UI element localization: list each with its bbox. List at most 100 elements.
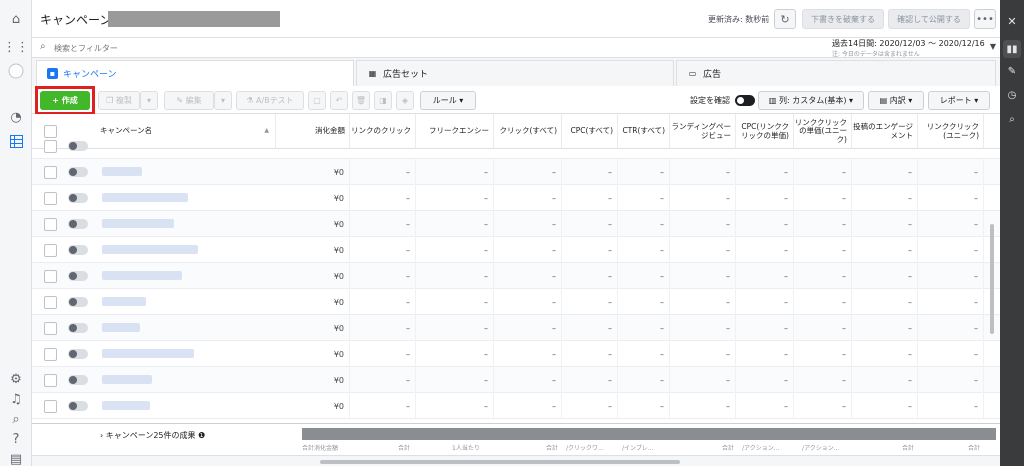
close-icon[interactable]: ✕: [1003, 12, 1021, 30]
rules-button[interactable]: ルール ▾: [420, 91, 476, 110]
row-status-toggle[interactable]: [68, 375, 88, 385]
campaign-name-link-redacted[interactable]: [102, 245, 198, 254]
search-icon[interactable]: ⌕: [1003, 110, 1021, 128]
history-icon[interactable]: ◷: [1003, 86, 1021, 104]
campaign-name-link-redacted[interactable]: [102, 297, 146, 306]
metric-cell: –: [852, 289, 918, 315]
metric-cell: –: [350, 159, 416, 185]
edit-button[interactable]: ✎ 編集: [164, 91, 214, 110]
metric-cell: –: [852, 367, 918, 393]
row-status-toggle[interactable]: [68, 193, 88, 203]
duplicate-dropdown[interactable]: ▾: [140, 91, 158, 110]
row-checkbox[interactable]: [44, 218, 57, 231]
table-row[interactable]: ¥0– – – – – – – – – –: [32, 185, 1000, 211]
row-status-toggle[interactable]: [68, 271, 88, 281]
tab-campaigns[interactable]: ▪ キャンペーン: [36, 60, 354, 86]
table-row[interactable]: ¥0– – – – – – – – – –: [32, 237, 1000, 263]
date-range-picker[interactable]: 過去14日間: 2020/12/03 〜 2020/12/16 注: 今日のデー…: [832, 38, 998, 58]
edit-dropdown[interactable]: ▾: [214, 91, 232, 110]
apps-grid-icon[interactable]: ⋮⋮: [3, 38, 29, 56]
results-summary-label[interactable]: › キャンペーン25件の成果 ❶: [100, 430, 205, 441]
row-checkbox[interactable]: [44, 270, 57, 283]
row-status-toggle[interactable]: [68, 167, 88, 177]
metric-cell: –: [794, 159, 852, 185]
row-checkbox[interactable]: [44, 166, 57, 179]
table-row[interactable]: ¥0– – – – – – – – – –: [32, 289, 1000, 315]
report-icon[interactable]: ▤: [7, 450, 25, 466]
row-status-toggle[interactable]: [68, 219, 88, 229]
home-icon[interactable]: ⌂: [7, 10, 25, 28]
horizontal-scrollbar-thumb[interactable]: [320, 460, 680, 464]
help-icon[interactable]: ?: [7, 430, 25, 448]
table-row-partial[interactable]: [32, 133, 1000, 159]
gear-icon[interactable]: ⚙: [7, 370, 25, 388]
summary-per-imp-label: /インプレ...: [622, 445, 654, 452]
metric-cell: –: [918, 211, 984, 237]
campaign-name-link-redacted[interactable]: [102, 193, 188, 202]
campaign-name-link-redacted[interactable]: [102, 349, 194, 358]
chart-icon[interactable]: ▮▮: [1003, 40, 1021, 58]
row-status-toggle[interactable]: [68, 245, 88, 255]
table-row[interactable]: ¥0– – – – – – – – – –: [32, 367, 1000, 393]
row-checkbox[interactable]: [44, 374, 57, 387]
campaign-name-link-redacted[interactable]: [102, 323, 140, 332]
horizontal-scrollbar[interactable]: [32, 455, 1000, 466]
archive-icon[interactable]: ▢: [308, 91, 326, 110]
more-options-button[interactable]: •••: [974, 9, 996, 29]
settings-review-toggle[interactable]: 設定を確認: [690, 91, 755, 110]
tab-ads[interactable]: ▭ 広告: [676, 60, 996, 86]
campaigns-table-icon[interactable]: [7, 132, 25, 150]
bell-icon[interactable]: ♫: [7, 390, 25, 408]
table-row[interactable]: ¥0– – – – – – – – – –: [32, 315, 1000, 341]
search-icon[interactable]: ⌕: [7, 410, 25, 428]
pencil-icon[interactable]: ✎: [1003, 62, 1021, 80]
create-button[interactable]: + 作成: [40, 91, 90, 110]
row-status-toggle[interactable]: [68, 141, 88, 151]
row-checkbox[interactable]: [44, 400, 57, 413]
discard-drafts-button[interactable]: 下書きを破棄する: [802, 9, 884, 29]
flask-icon: ⚗: [246, 96, 257, 105]
dashboard-icon[interactable]: ◔: [7, 108, 25, 126]
row-status-toggle[interactable]: [68, 349, 88, 359]
account-avatar[interactable]: [7, 62, 25, 80]
row-checkbox[interactable]: [44, 296, 57, 309]
preview-icon[interactable]: ◨: [374, 91, 392, 110]
row-checkbox[interactable]: [44, 192, 57, 205]
metric-cell: –: [494, 315, 562, 341]
campaign-name-link-redacted[interactable]: [102, 271, 182, 280]
review-publish-button[interactable]: 確認して公開する: [888, 9, 970, 29]
toggle-switch[interactable]: [735, 95, 755, 106]
tag-icon[interactable]: ◈: [396, 91, 414, 110]
row-status-toggle[interactable]: [68, 297, 88, 307]
columns-button[interactable]: ▥ 列: カスタム(基本) ▾: [758, 91, 864, 110]
duplicate-button[interactable]: ❐ 複製: [98, 91, 140, 110]
vertical-scrollbar[interactable]: [990, 224, 994, 334]
metric-cell: –: [794, 341, 852, 367]
row-checkbox[interactable]: [44, 322, 57, 335]
table-row[interactable]: ¥0– – – – – – – – – –: [32, 159, 1000, 185]
refresh-button[interactable]: ↻: [774, 9, 796, 29]
tab-adsets[interactable]: ▦ 広告セット: [356, 60, 674, 86]
table-row[interactable]: ¥0– – – – – – – – – –: [32, 341, 1000, 367]
row-checkbox[interactable]: [44, 348, 57, 361]
undo-icon[interactable]: ↶: [330, 91, 348, 110]
campaign-name-link-redacted[interactable]: [102, 219, 174, 228]
row-status-toggle[interactable]: [68, 323, 88, 333]
row-status-toggle[interactable]: [68, 401, 88, 411]
table-row[interactable]: ¥0– – – – – – – – – –: [32, 263, 1000, 289]
row-checkbox[interactable]: [44, 244, 57, 257]
trash-icon[interactable]: 🗑: [352, 91, 370, 110]
report-button[interactable]: レポート ▾: [928, 91, 990, 110]
summary-total-label: 合計: [398, 445, 411, 452]
search-input[interactable]: [54, 41, 654, 55]
campaign-name-link-redacted[interactable]: [102, 167, 142, 176]
campaign-name-link-redacted[interactable]: [102, 401, 150, 410]
breakdown-button[interactable]: ▤ 内訳 ▾: [868, 91, 924, 110]
metric-cell: –: [736, 289, 794, 315]
ab-test-button[interactable]: ⚗ A/Bテスト: [236, 91, 304, 110]
metric-cell: –: [350, 289, 416, 315]
row-checkbox[interactable]: [44, 140, 57, 153]
campaign-name-link-redacted[interactable]: [102, 375, 152, 384]
table-row[interactable]: ¥0– – – – – – – – – –: [32, 393, 1000, 419]
table-row[interactable]: ¥0– – – – – – – – – –: [32, 211, 1000, 237]
